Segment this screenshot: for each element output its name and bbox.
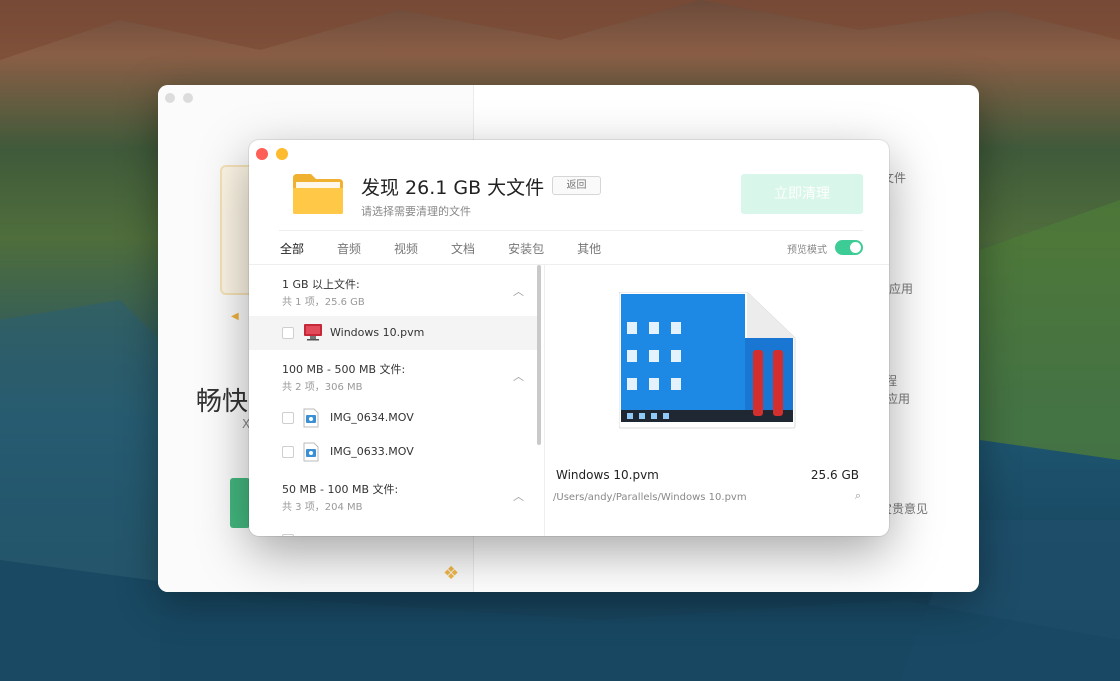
list-item[interactable]: IMG_0634.MOV xyxy=(249,401,541,435)
reveal-in-finder-icon[interactable]: ⌕ xyxy=(855,489,861,503)
preview-pane: Windows 10.pvm 25.6 GB /Users/andy/Paral… xyxy=(545,265,889,536)
group-heading: 50 MB - 100 MB 文件: xyxy=(282,483,399,496)
dialog-subtitle: 请选择需要清理的文件 xyxy=(361,205,471,218)
chevron-up-icon[interactable]: ︿ xyxy=(513,488,524,504)
arrow-left-icon: ◀ xyxy=(231,311,239,322)
file-name: Windows 10.pvm xyxy=(330,326,425,339)
large-files-dialog: 发现 26.1 GB 大文件 请选择需要清理的文件 返回 立即清理 全部 音频 … xyxy=(249,140,889,536)
preview-file-path: /Users/andy/Parallels/Windows 10.pvm xyxy=(553,492,747,503)
group-summary: 共 3 项，204 MB xyxy=(282,502,363,513)
folder-icon xyxy=(293,174,343,214)
clean-now-button[interactable]: 立即清理 xyxy=(741,174,863,214)
list-item[interactable]: Windows 10.pvm xyxy=(249,316,541,350)
chevron-up-icon[interactable]: ︿ xyxy=(513,368,524,384)
file-name: IMG_0634.MOV xyxy=(330,411,414,424)
list-item[interactable]: IMG_0633.MOV xyxy=(249,435,541,469)
preview-file-size: 25.6 GB xyxy=(810,468,859,482)
app-logo-icon: ❖ xyxy=(443,563,460,584)
movie-file-icon xyxy=(303,408,319,428)
chevron-up-icon[interactable]: ︿ xyxy=(513,283,524,299)
minimize-button[interactable] xyxy=(276,148,288,160)
bg-minimize-dot[interactable] xyxy=(183,93,193,103)
category-tabs: 全部 音频 视频 文档 安装包 其他 xyxy=(280,240,634,257)
group-summary: 共 2 项，306 MB xyxy=(282,382,363,393)
file-name: IMG_0633.MOV xyxy=(330,445,414,458)
parallels-vm-icon xyxy=(304,324,322,341)
tab-audio[interactable]: 音频 xyxy=(337,240,361,257)
file-preview-thumbnail xyxy=(619,292,796,429)
file-checkbox[interactable] xyxy=(282,412,294,424)
background-right-text: 应用 xyxy=(886,392,911,406)
bg-close-dot[interactable] xyxy=(165,93,175,103)
preview-mode-toggle[interactable] xyxy=(835,240,863,255)
close-button[interactable] xyxy=(256,148,268,160)
preview-file-name: Windows 10.pvm xyxy=(556,468,659,482)
background-title: 畅快 xyxy=(196,387,249,417)
window-controls xyxy=(256,148,288,160)
tab-other[interactable]: 其他 xyxy=(577,240,601,257)
file-checkbox[interactable] xyxy=(282,534,294,536)
tab-all[interactable]: 全部 xyxy=(280,240,304,257)
group-heading: 1 GB 以上文件: xyxy=(282,278,360,291)
dialog-title: 发现 26.1 GB 大文件 xyxy=(361,177,545,199)
background-right-text: 应用 xyxy=(889,282,914,296)
tab-video[interactable]: 视频 xyxy=(394,240,418,257)
tab-installers[interactable]: 安装包 xyxy=(508,240,544,257)
tab-documents[interactable]: 文档 xyxy=(451,240,475,257)
title-divider xyxy=(279,230,863,231)
preview-mode-label: 预览模式 xyxy=(787,245,827,256)
movie-file-icon xyxy=(303,442,319,462)
file-list: 1 GB 以上文件: 共 1 项，25.6 GB ︿ Windows 10.pv… xyxy=(249,265,544,536)
group-summary: 共 1 项，25.6 GB xyxy=(282,297,365,308)
file-checkbox[interactable] xyxy=(282,327,294,339)
background-start-button[interactable] xyxy=(230,478,250,528)
back-button[interactable]: 返回 xyxy=(552,176,601,195)
group-heading: 100 MB - 500 MB 文件: xyxy=(282,363,406,376)
background-window-controls xyxy=(165,93,193,103)
list-item[interactable] xyxy=(249,523,541,536)
file-checkbox[interactable] xyxy=(282,446,294,458)
list-scrollbar[interactable] xyxy=(537,265,541,445)
